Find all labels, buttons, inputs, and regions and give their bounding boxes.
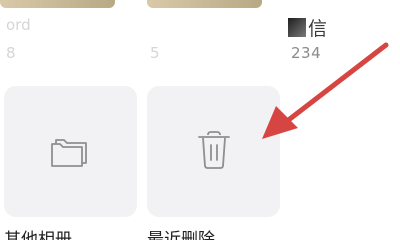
album-count-2: 5 bbox=[150, 44, 160, 62]
album-count-3: 234 bbox=[291, 44, 322, 62]
other-albums-label: 其他相册 bbox=[4, 230, 72, 240]
recently-deleted-tile[interactable] bbox=[147, 86, 280, 217]
album-thumbnail-1[interactable] bbox=[0, 0, 115, 8]
recently-deleted-label: 最近删除 bbox=[147, 230, 215, 240]
album-count-1: 8 bbox=[6, 44, 16, 62]
album-thumbnail-2[interactable] bbox=[147, 0, 262, 8]
album-name-1: ord bbox=[6, 16, 31, 34]
other-albums-tile[interactable] bbox=[4, 86, 137, 217]
album-name-3: 信 bbox=[288, 14, 327, 41]
folder-icon bbox=[49, 133, 93, 171]
trash-icon bbox=[194, 129, 234, 175]
redacted-text bbox=[288, 18, 306, 37]
